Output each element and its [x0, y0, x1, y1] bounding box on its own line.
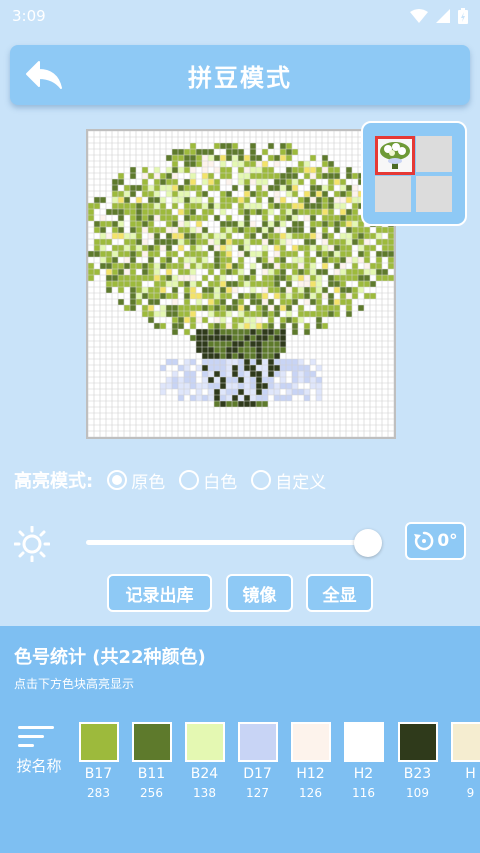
- rotate-icon: [414, 531, 434, 551]
- rotate-button[interactable]: 0°: [405, 522, 466, 560]
- color-count-label: 9: [466, 786, 475, 800]
- bouquet-thumbnail-icon: [380, 142, 410, 169]
- radio-white[interactable]: 白色: [179, 468, 237, 493]
- brightness-slider-thumb[interactable]: [354, 529, 383, 557]
- mirror-button[interactable]: 镜像: [226, 574, 293, 612]
- color-swatch-item[interactable]: H2 116: [341, 722, 386, 800]
- highlight-mode-label: 高亮模式:: [14, 471, 94, 492]
- color-code-label: B17: [84, 766, 113, 782]
- brightness-sun-icon: [14, 526, 50, 562]
- color-swatch-box[interactable]: [78, 722, 119, 762]
- color-code-label: B23: [403, 766, 432, 782]
- radio-circle: [179, 470, 200, 490]
- sort-label: 按名称: [16, 757, 62, 775]
- color-code-label: B11: [137, 766, 166, 782]
- radio-dot: [112, 475, 123, 485]
- radio-circle: [107, 470, 128, 490]
- color-swatch-item[interactable]: B17 283: [76, 722, 121, 800]
- radio-custom[interactable]: 自定义: [251, 468, 326, 493]
- minimap-tile[interactable]: [416, 176, 452, 212]
- color-swatch-item[interactable]: B11 256: [129, 722, 174, 800]
- rotate-label: 0°: [437, 531, 458, 551]
- sort-by-name-button[interactable]: 按名称: [14, 726, 66, 776]
- color-swatch-box[interactable]: [237, 722, 278, 762]
- status-bar: 3:09: [0, 0, 480, 32]
- color-swatch-box[interactable]: [290, 722, 331, 762]
- signal-icon: [436, 9, 450, 23]
- bead-pattern-canvas[interactable]: [88, 131, 394, 437]
- color-count-label: 116: [352, 786, 375, 800]
- minimap-selected-tile[interactable]: [375, 136, 415, 175]
- color-stats-panel: 色号统计 (共22种颜色) 点击下方色块高亮显示 按名称 B17 283 B11 25…: [0, 626, 480, 853]
- radio-label: 自定义: [275, 472, 327, 493]
- color-swatch-box[interactable]: [450, 722, 480, 762]
- brightness-row: 0°: [0, 520, 480, 564]
- color-code-label: B24: [190, 766, 219, 782]
- battery-icon: [458, 8, 468, 24]
- highlight-mode-row: 高亮模式: 原色 白色 自定义: [14, 466, 340, 494]
- color-count-label: 138: [193, 786, 216, 800]
- bead-grid[interactable]: [88, 131, 394, 437]
- color-swatch-box[interactable]: [343, 722, 384, 762]
- stats-title: 色号统计 (共22种颜色): [14, 647, 206, 668]
- color-swatch-item[interactable]: B23 109: [395, 722, 440, 800]
- wifi-icon: [410, 9, 428, 23]
- color-swatch-box[interactable]: [131, 722, 172, 762]
- color-count-label: 126: [299, 786, 322, 800]
- show-all-button[interactable]: 全显: [306, 574, 373, 612]
- color-count-label: 109: [406, 786, 429, 800]
- color-count-label: 283: [87, 786, 110, 800]
- color-count-label: 127: [246, 786, 269, 800]
- color-code-label: D17: [243, 766, 272, 782]
- color-swatch-item[interactable]: B24 138: [182, 722, 227, 800]
- stats-hint: 点击下方色块高亮显示: [14, 677, 135, 691]
- color-swatch-item[interactable]: H12 126: [288, 722, 333, 800]
- radio-original-color[interactable]: 原色: [107, 468, 165, 493]
- color-code-label: H: [465, 766, 476, 782]
- color-swatch-box[interactable]: [397, 722, 438, 762]
- back-arrow-icon: [26, 61, 62, 89]
- color-swatch-item[interactable]: H9: [448, 722, 480, 800]
- brightness-slider-track[interactable]: [86, 540, 374, 545]
- sort-icon: [18, 726, 54, 747]
- radio-circle: [251, 470, 272, 490]
- color-code-label: H2: [353, 766, 374, 782]
- radio-label: 原色: [131, 472, 166, 493]
- radio-label: 白色: [203, 472, 238, 493]
- pattern-minimap[interactable]: [361, 121, 467, 226]
- minimap-tile[interactable]: [416, 136, 452, 172]
- status-time: 3:09: [12, 7, 46, 25]
- page-title: 拼豆模式: [188, 63, 292, 92]
- color-swatch-item[interactable]: D17 127: [235, 722, 280, 800]
- color-count-label: 256: [140, 786, 163, 800]
- app-header: 拼豆模式: [10, 45, 470, 105]
- color-code-label: H12: [296, 766, 325, 782]
- color-swatch-box[interactable]: [184, 722, 225, 762]
- record-out-button[interactable]: 记录出库: [107, 574, 212, 612]
- minimap-tile[interactable]: [375, 176, 411, 212]
- status-icons: [410, 8, 468, 24]
- back-button[interactable]: [24, 57, 64, 93]
